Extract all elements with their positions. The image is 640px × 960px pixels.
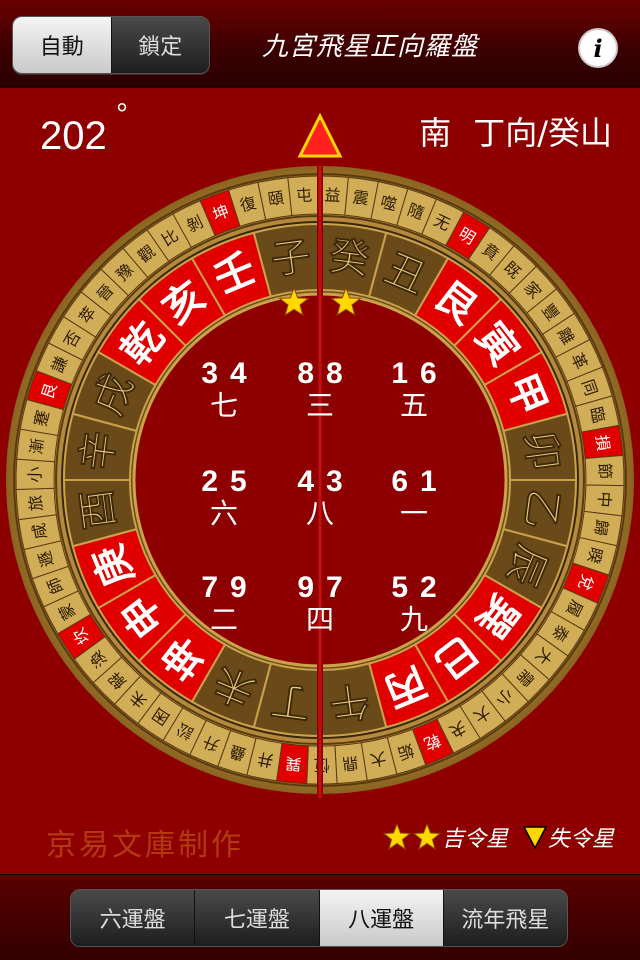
navigation-bar: 自動 鎖定 九宮飛星正向羅盤 i [0,0,640,88]
star-numbers: 25 [174,466,274,498]
palace-cell: 34 七 [174,358,274,422]
star-numbers: 43 [270,466,370,498]
mountain-label: 午 [326,676,372,727]
star-legend: 吉令星 失令星 [382,820,614,854]
outer-ring-label: 益 [324,185,341,205]
credit-text: 京易文庫制作 [46,828,244,863]
star-numbers: 16 [364,358,464,390]
palace-cell: 97 四 [270,572,370,636]
period-star: 四 [305,603,334,636]
outer-ring-label: 屯 [295,186,312,206]
period-star: 一 [399,497,428,530]
outer-ring-label: 旅 [26,494,46,512]
facing-star: 9 [230,571,259,604]
outer-ring-label: 巽 [285,754,303,774]
triangle-down-icon [522,826,548,850]
legend-good-label: 吉令星 [441,827,508,852]
outer-ring-label: 小 [25,466,44,482]
facing-star: 5 [230,465,259,498]
period-star: 八 [305,497,334,530]
facing-star: 6 [420,357,449,390]
period-star: 五 [399,389,428,422]
info-icon[interactable]: i [580,30,616,66]
period-star: 九 [399,603,428,636]
mountain-star: 2 [201,465,230,498]
outer-ring-label: 損 [592,434,613,452]
palace-cell: 43 八 [270,466,370,530]
palace-cell: 16 五 [364,358,464,422]
star-numbers: 52 [364,572,464,604]
star-numbers: 88 [270,358,370,390]
mountain-star: 9 [297,571,326,604]
lock-mode-segment[interactable]: 鎖定 [110,17,209,73]
mountain-label: 酉 [73,486,124,532]
outer-ring-label: 咸 [29,522,51,541]
period-star: 六 [209,497,238,530]
legend-bad-label: 失令星 [547,827,614,852]
mountain-label: 乙 [516,486,567,532]
facing-star: 8 [326,357,355,390]
facing-star: 4 [230,357,259,390]
mountain-label: 辛 [73,428,124,474]
tab-period-6[interactable]: 六運盤 [71,890,195,946]
outer-ring-label: 鼎 [341,753,359,774]
star-numbers: 79 [174,572,274,604]
mountain-star: 5 [391,571,420,604]
pointer-triangle-icon [297,112,343,158]
mountain-label: 卯 [516,428,567,474]
period-star: 七 [209,389,238,422]
facing-star: 7 [326,571,355,604]
palace-cell: 25 六 [174,466,274,530]
palace-cell: 88 三 [270,358,370,422]
star-numbers: 34 [174,358,274,390]
auto-mode-segment[interactable]: 自動 [13,17,111,73]
star-icon [412,822,442,851]
tab-period-7[interactable]: 七運盤 [194,890,319,946]
facing-star: 2 [420,571,449,604]
mountain-star: 6 [391,465,420,498]
outer-ring-label: 頤 [266,188,285,209]
outer-ring-label: 節 [595,463,614,480]
palace-cell: 79 二 [174,572,274,636]
period-star: 二 [209,603,238,636]
facing-star: 3 [326,465,355,498]
mountain-label: 癸 [326,233,372,284]
app-title: 九宮飛星正向羅盤 [261,32,478,62]
tab-annual-stars[interactable]: 流年飛星 [442,890,567,946]
period-segmented-control: 六運盤 七運盤 八運盤 流年飛星 [70,889,568,947]
tab-bar: 六運盤 七運盤 八運盤 流年飛星 [0,874,640,960]
mode-segmented-control: 自動 鎖定 [12,16,210,74]
mountain-label: 丁 [268,676,314,727]
outer-ring-label: 中 [594,491,614,508]
mountain-star: 8 [297,357,326,390]
mountain-star: 1 [391,357,420,390]
star-numbers: 97 [270,572,370,604]
mountain-label: 子 [268,233,314,284]
mountain-star: 7 [201,571,230,604]
palace-cell: 61 一 [364,466,464,530]
facing-star: 1 [420,465,449,498]
outer-ring-label: 歸 [590,518,611,537]
outer-ring-label: 震 [351,187,370,208]
mountain-star: 3 [201,357,230,390]
star-numbers: 61 [364,466,464,498]
period-star: 三 [305,389,334,422]
mountain-star: 4 [297,465,326,498]
compass-panel: 202 ° 南丁向/癸山 巽井蠱升訟困未解渙坎蒙師遯咸旅小漸蹇艮謙否萃晉豫觀比剝… [0,88,640,874]
tab-period-8[interactable]: 八運盤 [318,890,443,946]
star-icon [382,822,412,851]
palace-cell: 52 九 [364,572,464,636]
outer-ring-label: 漸 [27,437,48,455]
